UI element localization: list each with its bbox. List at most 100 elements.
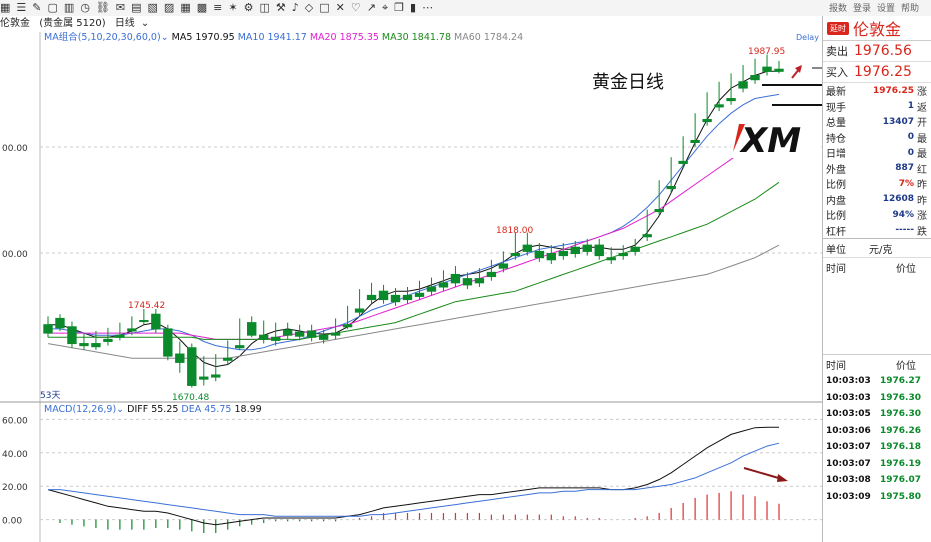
tool-icon[interactable]: ⚒ [276,0,286,16]
stat-row: 日增 0 最 [823,145,931,161]
stat-ext: 跌 [917,226,927,238]
candle-body [294,331,305,337]
pin-icon[interactable]: ⌖ [382,0,388,16]
tick-time: 10:03:08 [826,475,871,486]
buy-row[interactable]: 买入 1976.25 [823,62,931,83]
tick-spacer [823,276,931,354]
table-icon[interactable]: ▦ [180,0,190,16]
macd-dea-line [48,442,780,517]
stat-value: ----- [895,225,914,236]
shape-icon[interactable]: ◇ [305,0,313,16]
candle-body [630,246,640,252]
heart-icon[interactable]: ♡ [351,0,361,16]
stat-ext: 涨 [917,211,927,223]
candle-body [714,104,724,108]
candle-body [151,313,161,330]
price-header-2: 价位 [896,360,916,372]
tick-header-2: 时间 价位 [823,354,931,373]
candle-body [127,328,137,332]
ma-line-ma10 [48,93,780,351]
toolbar-right-menu: 报数 登录 设置 帮助 [829,0,925,16]
toolbar-menu-3[interactable]: 帮助 [901,1,919,16]
candle-body [522,244,533,252]
tick-row: 10:03:03 1976.27 [823,373,931,390]
candle-body [642,234,652,238]
window-icon[interactable]: ▢ [48,0,58,16]
bars-icon[interactable]: ▥ [64,0,74,16]
tick-price: 1976.30 [880,392,921,403]
stat-row: 杠杆 ----- 跌 [823,223,931,239]
period-select[interactable]: 日线 ⌄ [115,18,155,29]
candle-body [187,347,197,386]
tick-time: 10:03:06 [826,425,871,436]
tick-time: 10:03:07 [826,458,871,469]
stat-value: 1976.25 [873,85,914,96]
candle-body [354,308,365,313]
settings-icon[interactable]: ⚙ [244,0,254,16]
chart-area[interactable]: 00.00 00.00 MA组合(5,10,20,30,60,0)⌄ MA5 197… [0,32,822,542]
symbol-name[interactable]: 伦敦金 [0,18,30,29]
candle-body [235,345,245,349]
candle-body [270,336,281,341]
clock-icon[interactable]: ◷ [80,0,90,16]
stat-value: 94% [892,209,914,220]
candle-body [570,246,580,255]
down-arrow-head-icon [777,474,788,482]
candle-body [534,250,545,259]
link-icon[interactable]: ⛓ [96,0,110,16]
unit-label: 单位 [826,244,846,256]
candle-body [91,343,101,348]
mail-icon[interactable]: ✉ [116,0,125,16]
more-icon[interactable]: ⋯ [422,0,433,16]
edit-icon[interactable]: ✎ [32,0,41,16]
price-axis-label: 00.00 [2,250,28,260]
note-icon[interactable]: ▤ [131,0,141,16]
star-icon[interactable]: ✶ [228,0,237,16]
stat-label: 比例 [826,180,846,192]
tick-list[interactable]: 10:03:03 1976.27 10:03:03 1976.30 10:03:05 19… [823,373,931,505]
bell-icon[interactable]: ♪ [292,0,299,16]
sell-row[interactable]: 卖出 1976.56 [823,41,931,62]
high-annotation: 1987.95 [748,47,785,57]
tick-row: 10:03:07 1976.18 [823,439,931,456]
bars2-icon[interactable]: ▮ [410,0,416,16]
tick-row: 10:03:05 1976.30 [823,406,931,423]
stat-label: 最新 [826,87,846,99]
tick-row: 10:03:08 1976.07 [823,472,931,489]
sell-price: 1976.56 [854,43,912,59]
time-header: 时间 [826,263,846,275]
toolbar-menu-0[interactable]: 报数 [829,1,847,16]
list-icon[interactable]: ☰ [16,0,26,16]
grid-icon[interactable]: ▦ [0,0,10,16]
quote-symbol: 伦敦金 [853,20,902,39]
candle-body [378,290,389,301]
candle-body [175,353,185,363]
macd-axis-label: 0.00 [2,517,22,527]
stat-ext: 开 [917,118,927,130]
candle-body [558,250,568,257]
note2-icon[interactable]: ▧ [148,0,158,16]
candle-body [606,257,616,261]
candle-body [318,334,329,340]
menu-icon[interactable]: ≡ [213,0,222,16]
candle-body [55,317,65,329]
arrow-icon[interactable]: ↗ [367,0,376,16]
layers-icon[interactable]: ◫ [259,0,269,16]
tick-price: 1976.07 [880,475,921,486]
note3-icon[interactable]: ▨ [164,0,174,16]
candle-body [690,139,700,144]
square-icon[interactable]: □ [319,0,329,16]
candle-body [438,282,449,288]
pages-icon[interactable]: ❐ [394,0,404,16]
candle-body [474,278,485,284]
candle-body [762,66,772,72]
candle-body [43,324,53,334]
stat-row: 总量 13407 开 [823,114,931,130]
toolbar-menu-1[interactable]: 登录 [853,1,871,16]
stat-row: 比例 7% 昨 [823,176,931,192]
toolbar-menu-2[interactable]: 设置 [877,1,895,16]
cross-icon[interactable]: ✕ [336,0,345,16]
candle-body [306,330,317,338]
candle-body [426,286,437,292]
chart-icon[interactable]: ▩ [197,0,207,16]
